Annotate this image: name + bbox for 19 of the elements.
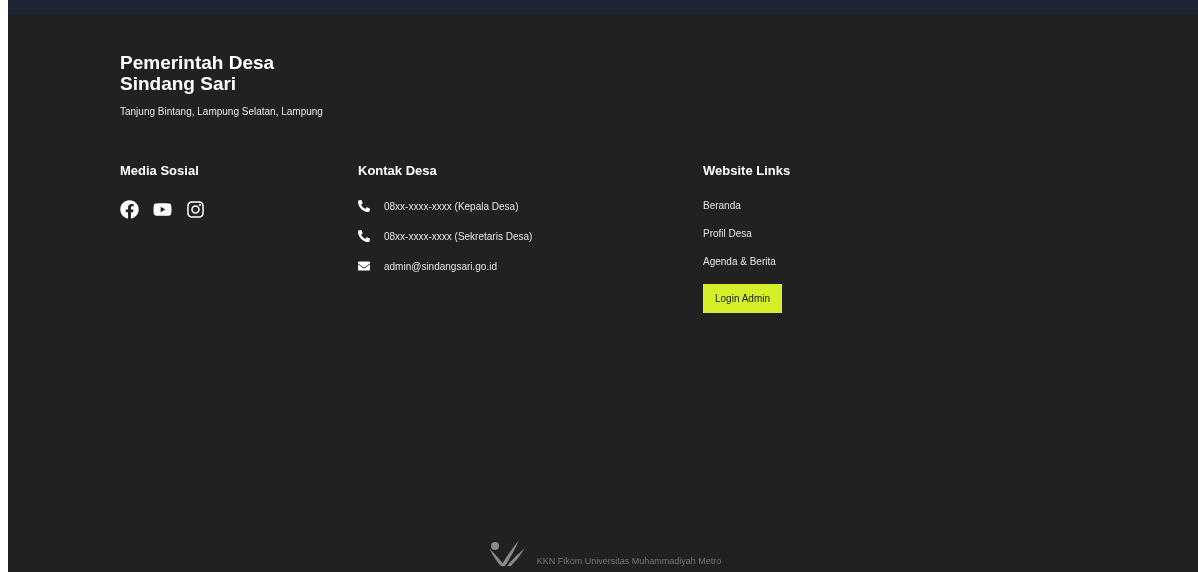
instagram-icon[interactable] xyxy=(186,200,205,219)
credit-text: KKN Fikom Universitas Muhammadiyah Metro xyxy=(536,556,722,566)
section-heading: Kontak Desa xyxy=(358,163,438,178)
section-heading: Media Sosial xyxy=(120,163,200,178)
phone-icon xyxy=(358,200,372,212)
phone-icon xyxy=(358,230,372,242)
login-button[interactable]: Login Admin xyxy=(703,284,783,313)
nav-link[interactable]: Agenda & Berita xyxy=(703,256,776,267)
youtube-icon[interactable] xyxy=(153,200,172,219)
contact-text: admin@sindangsari.go.id xyxy=(384,260,497,272)
contact-text: 08xx-xxxx-xxxx (Kepala Desa) xyxy=(384,200,519,212)
address-text: Tanjung Bintang, Lampung Selatan, Lampung xyxy=(120,106,324,117)
contact-text: 08xx-xxxx-xxxx (Sekretaris Desa) xyxy=(384,230,533,242)
nav-link[interactable]: Beranda xyxy=(703,200,741,211)
section-heading: Website Links xyxy=(703,163,792,178)
site-title: Pemerintah Desa Sindang Sari xyxy=(120,52,276,94)
nav-link[interactable]: Profil Desa xyxy=(703,228,752,239)
envelope-icon xyxy=(358,260,372,272)
facebook-icon[interactable] xyxy=(120,200,139,219)
